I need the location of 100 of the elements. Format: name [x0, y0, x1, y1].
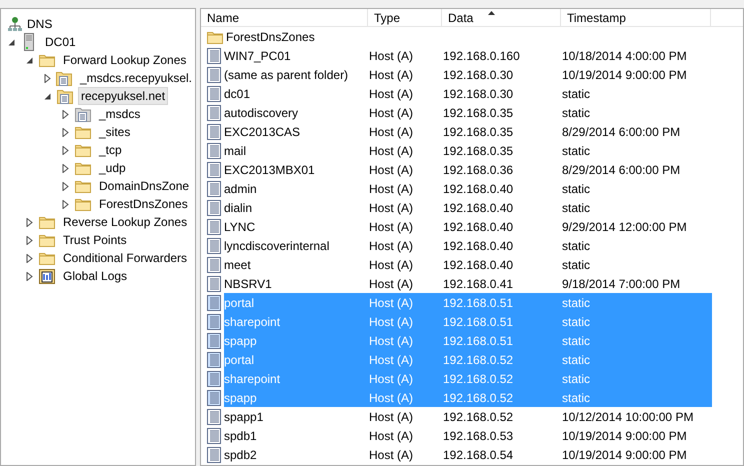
- tree-item[interactable]: recepyuksel.net: [78, 87, 168, 105]
- table-cell-text: 192.168.0.41: [443, 276, 514, 292]
- folder-icon: [39, 53, 55, 67]
- folder-row[interactable]: ForestDnsZones: [226, 28, 315, 46]
- folder-icon: [39, 215, 55, 229]
- table-cell-text: dc01: [224, 86, 252, 102]
- tree-item[interactable]: Global Logs: [60, 267, 130, 285]
- table-cell-text: sharepoint: [224, 314, 282, 330]
- tree-item[interactable]: _udp: [96, 159, 129, 177]
- record-row[interactable]: WIN7_PC01 Host (A) 192.168.0.160 10/18/2014 4:00:00 PM: [224, 46, 712, 65]
- column-header[interactable]: Name: [201, 9, 368, 26]
- record-row[interactable]: dialin Host (A) 192.168.0.40 static: [224, 198, 712, 217]
- table-cell-text: 9/29/2014 12:00:00 PM: [562, 218, 688, 236]
- record-icon: [207, 162, 221, 178]
- table-cell-text: 192.168.0.53: [443, 428, 514, 444]
- collapse-arrow-icon[interactable]: [44, 92, 52, 100]
- table-cell-text: static: [562, 200, 592, 216]
- expand-arrow-icon[interactable]: [26, 218, 34, 226]
- record-icon: [207, 124, 221, 140]
- tree-item[interactable]: Forward Lookup Zones: [60, 51, 190, 69]
- table-cell-text: 192.168.0.40: [443, 238, 514, 254]
- collapse-arrow-icon[interactable]: [26, 56, 34, 64]
- zone-folder-icon: [56, 70, 72, 86]
- expand-arrow-icon[interactable]: [26, 254, 34, 262]
- expand-arrow-icon[interactable]: [62, 182, 70, 190]
- record-row[interactable]: meet Host (A) 192.168.0.40 static: [224, 255, 712, 274]
- record-row[interactable]: EXC2013MBX01 Host (A) 192.168.0.36 8/29/2014 6:00:00 PM: [224, 160, 712, 179]
- folder-icon: [207, 30, 223, 44]
- table-cell-text: Host (A): [369, 352, 414, 368]
- expand-arrow-icon[interactable]: [44, 74, 52, 82]
- record-row[interactable]: spapp1 Host (A) 192.168.0.52 10/12/2014 10:00:00 PM: [224, 407, 712, 426]
- table-cell-text: 192.168.0.51: [443, 314, 514, 330]
- tree-item[interactable]: DomainDnsZone: [96, 177, 192, 195]
- table-cell-text: 192.168.0.36: [443, 162, 514, 178]
- column-header[interactable]: Timestamp: [561, 9, 711, 26]
- table-cell-text: 10/19/2014 9:00:00 PM: [562, 446, 688, 464]
- record-row[interactable]: spdb2 Host (A) 192.168.0.54 10/19/2014 9:00:00 PM: [224, 445, 712, 464]
- record-icon: [207, 446, 221, 462]
- tree-item[interactable]: ForestDnsZones: [96, 195, 191, 213]
- table-cell-text: Host (A): [369, 48, 414, 64]
- expand-arrow-icon[interactable]: [26, 236, 34, 244]
- record-icon: [207, 86, 221, 102]
- expand-arrow-icon[interactable]: [62, 164, 70, 172]
- table-cell-text: dialin: [224, 200, 254, 216]
- tree-item[interactable]: Conditional Forwarders: [60, 249, 190, 267]
- tree-item[interactable]: _tcp: [96, 141, 125, 159]
- table-cell-text: EXC2013MBX01: [224, 162, 316, 178]
- table-cell-text: 192.168.0.30: [443, 66, 514, 84]
- table-cell-text: portal: [224, 294, 256, 312]
- table-cell-text: 192.168.0.51: [443, 294, 514, 312]
- table-cell-text: Host (A): [369, 276, 414, 292]
- expand-arrow-icon[interactable]: [26, 272, 34, 280]
- record-icon: [207, 180, 221, 196]
- table-cell-text: portal: [224, 352, 256, 368]
- record-icon: [207, 48, 221, 64]
- table-cell-text: 192.168.0.30: [443, 86, 514, 102]
- table-cell-text: 10/19/2014 9:00:00 PM: [562, 66, 688, 84]
- expand-arrow-icon[interactable]: [62, 110, 70, 118]
- table-cell-text: 8/29/2014 6:00:00 PM: [562, 124, 682, 140]
- table-cell-text: Host (A): [369, 200, 414, 216]
- record-row[interactable]: autodiscovery Host (A) 192.168.0.35 static: [224, 103, 712, 122]
- record-row[interactable]: admin Host (A) 192.168.0.40 static: [224, 179, 712, 198]
- table-cell-text: static: [562, 390, 592, 406]
- tree-item[interactable]: Reverse Lookup Zones: [60, 213, 190, 231]
- tree-item[interactable]: DC01: [42, 33, 79, 51]
- tree-item[interactable]: _sites: [96, 123, 134, 141]
- table-cell-text: Host (A): [369, 428, 414, 444]
- record-row[interactable]: mail Host (A) 192.168.0.35 static: [224, 141, 712, 160]
- record-row[interactable]: lyncdiscoverinternal Host (A) 192.168.0.40 static: [224, 236, 712, 255]
- table-cell-text: 192.168.0.40: [443, 180, 514, 198]
- record-row[interactable]: NBSRV1 Host (A) 192.168.0.41 9/18/2014 7:00:00 PM: [224, 274, 712, 293]
- record-row[interactable]: dc01 Host (A) 192.168.0.30 static: [224, 84, 712, 103]
- table-cell-text: static: [562, 180, 592, 198]
- record-icon: [207, 370, 221, 386]
- table-cell-text: (same as parent folder): [224, 66, 350, 84]
- column-header[interactable]: Data: [442, 9, 561, 26]
- record-row[interactable]: EXC2013CAS Host (A) 192.168.0.35 8/29/2014 6:00:00 PM: [224, 122, 712, 141]
- tree-item[interactable]: _msdcs: [96, 105, 144, 123]
- table-cell-text: 192.168.0.40: [443, 256, 514, 274]
- tree-item[interactable]: Trust Points: [60, 231, 130, 249]
- table-cell-text: 192.168.0.160: [443, 48, 521, 64]
- table-cell-text: Host (A): [369, 86, 414, 102]
- table-cell-text: Host (A): [369, 218, 414, 236]
- record-row[interactable]: spdb1 Host (A) 192.168.0.53 10/19/2014 9:00:00 PM: [224, 426, 712, 445]
- record-icon: [207, 428, 221, 444]
- table-cell-text: Host (A): [369, 162, 414, 178]
- table-cell-text: Host (A): [369, 390, 414, 406]
- table-cell-text: Host (A): [369, 294, 414, 312]
- record-row[interactable]: LYNC Host (A) 192.168.0.40 9/29/2014 12:00:00 PM: [224, 217, 712, 236]
- tree-root[interactable]: DNS: [27, 15, 52, 33]
- table-cell-text: spapp1: [224, 408, 264, 426]
- expand-arrow-icon[interactable]: [62, 146, 70, 154]
- column-header[interactable]: Type: [368, 9, 442, 26]
- tree-item[interactable]: _msdcs.recepyuksel.: [76, 69, 195, 87]
- record-row[interactable]: (same as parent folder) Host (A) 192.168.0.30 10/19/2014 9:00:00 PM: [224, 65, 712, 84]
- folder-icon: [75, 143, 91, 157]
- collapse-arrow-icon[interactable]: [8, 38, 16, 46]
- expand-arrow-icon[interactable]: [62, 128, 70, 136]
- table-cell-text: spdb1: [224, 428, 258, 444]
- expand-arrow-icon[interactable]: [62, 200, 70, 208]
